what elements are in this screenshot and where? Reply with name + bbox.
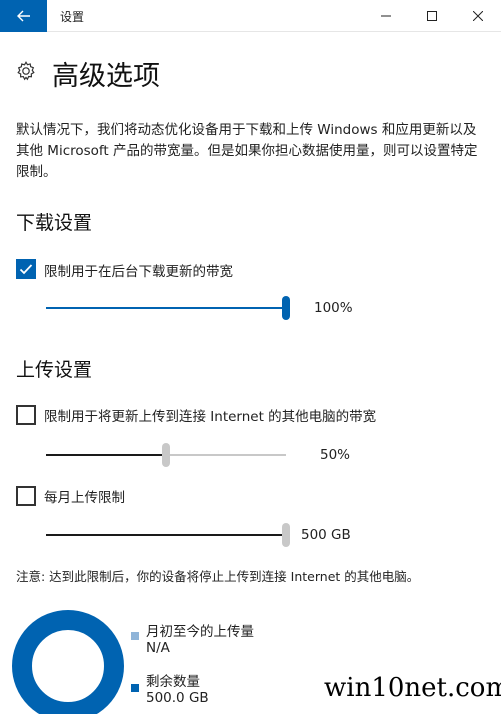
page-title: 高级选项 <box>52 61 160 92</box>
slider-fill <box>46 454 166 456</box>
checkmark-icon <box>19 264 33 275</box>
upload-usage-donut <box>12 610 124 714</box>
monthly-upload-limit-checkbox[interactable] <box>16 486 36 506</box>
window-title: 设置 <box>60 10 85 24</box>
monthly-upload-slider[interactable] <box>46 521 290 549</box>
back-arrow-icon <box>16 10 30 22</box>
download-bandwidth-value: 100% <box>314 300 353 316</box>
gear-icon <box>17 61 35 81</box>
slider-thumb[interactable] <box>162 443 170 467</box>
donut-remaining-arc <box>12 610 124 714</box>
close-icon <box>473 11 483 21</box>
remaining-legend-label: 剩余数量 <box>146 674 200 690</box>
remaining-legend-swatch <box>131 684 139 692</box>
upload-limit-note: 注意: 达到此限制后，你的设备将停止上传到连接 Internet 的其他电脑。 <box>16 569 420 584</box>
uploaded-legend-swatch <box>131 632 139 640</box>
back-button[interactable] <box>0 0 47 32</box>
download-limit-label: 限制用于在后台下载更新的带宽 <box>44 264 233 280</box>
upload-limit-label: 限制用于将更新上传到连接 Internet 的其他电脑的带宽 <box>44 409 377 425</box>
close-button[interactable] <box>455 0 501 32</box>
minimize-icon <box>381 15 391 17</box>
maximize-button[interactable] <box>409 0 455 32</box>
uploaded-legend-label: 月初至今的上传量 <box>146 624 254 640</box>
upload-bandwidth-value: 50% <box>320 447 351 463</box>
upload-limit-checkbox[interactable] <box>16 405 36 425</box>
watermark: win10net.com <box>324 670 501 706</box>
monthly-upload-limit-label: 每月上传限制 <box>44 490 125 506</box>
download-limit-checkbox[interactable] <box>16 259 36 279</box>
title-bar: 设置 <box>0 0 501 32</box>
remaining-legend-value: 500.0 GB <box>146 690 209 706</box>
slider-fill <box>46 307 286 309</box>
monthly-upload-value: 500 GB <box>301 527 351 543</box>
uploaded-legend-value: N/A <box>146 640 170 656</box>
maximize-icon <box>427 11 437 21</box>
slider-fill <box>46 534 286 536</box>
slider-thumb[interactable] <box>282 523 290 547</box>
download-bandwidth-slider[interactable] <box>46 294 290 322</box>
page-description: 默认情况下，我们将动态优化设备用于下载和上传 Windows 和应用更新以及其他… <box>16 122 478 180</box>
slider-thumb[interactable] <box>282 296 290 320</box>
upload-section-title: 上传设置 <box>16 359 93 381</box>
minimize-button[interactable] <box>363 0 409 32</box>
upload-bandwidth-slider[interactable] <box>46 441 286 469</box>
download-section-title: 下载设置 <box>16 212 93 234</box>
